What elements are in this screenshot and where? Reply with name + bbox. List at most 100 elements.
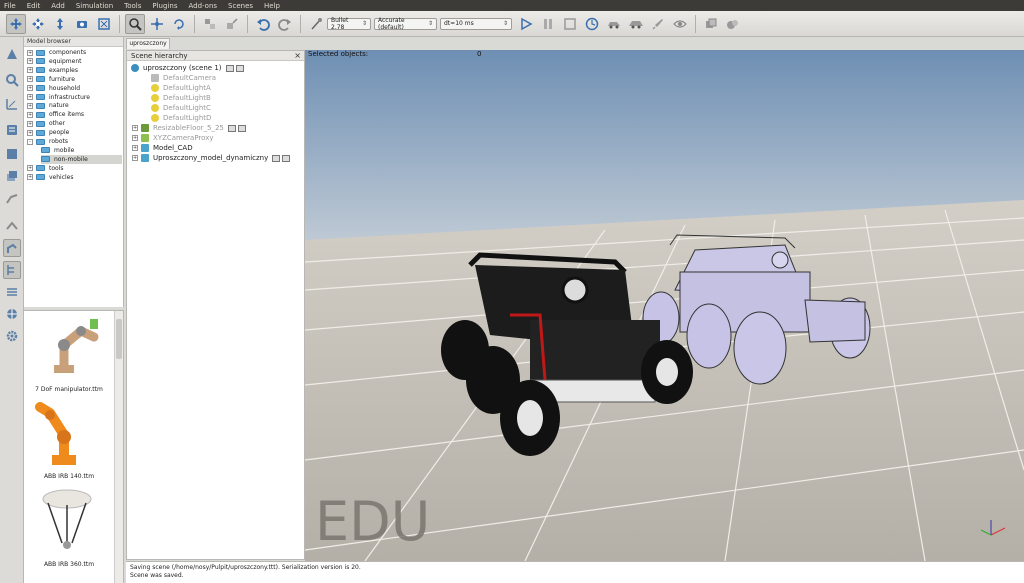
- tab-scene[interactable]: uproszczony: [126, 38, 170, 49]
- abb-irb140-thumbnail-image[interactable]: [34, 399, 100, 471]
- model-folder-item[interactable]: non-mobile: [41, 154, 122, 164]
- camera-rotate-button[interactable]: [28, 14, 48, 34]
- customization-badge-icon[interactable]: [237, 124, 246, 132]
- expand-toggle-icon[interactable]: +: [132, 145, 138, 151]
- realtime-mode-button[interactable]: [582, 14, 602, 34]
- manipulator-thumbnail-image[interactable]: [36, 313, 100, 383]
- model-folder-item[interactable]: mobile: [41, 146, 122, 155]
- expand-toggle-icon[interactable]: +: [132, 135, 138, 141]
- transfer-dna-button[interactable]: [222, 14, 242, 34]
- expand-toggle-icon[interactable]: +: [132, 155, 138, 161]
- expand-toggle-icon[interactable]: -: [27, 138, 33, 145]
- simulation-settings-button[interactable]: [3, 45, 21, 63]
- model-folder-item[interactable]: + other: [27, 119, 122, 128]
- menu-add-ons[interactable]: Add-ons: [188, 2, 217, 10]
- expand-toggle-icon[interactable]: +: [27, 129, 33, 136]
- close-icon[interactable]: ×: [294, 51, 301, 61]
- model-folder-item[interactable]: + vehicles: [27, 173, 122, 182]
- script-badge-icon[interactable]: [272, 154, 281, 162]
- scene-selector-button[interactable]: [723, 14, 743, 34]
- model-folder-item[interactable]: + furniture: [27, 75, 122, 84]
- model-folder-item[interactable]: + household: [27, 84, 122, 93]
- undo-button[interactable]: [253, 14, 273, 34]
- expand-toggle-icon[interactable]: +: [27, 76, 33, 83]
- expand-toggle-icon[interactable]: +: [27, 94, 33, 100]
- speed-up-button[interactable]: [626, 14, 646, 34]
- scene-object-item[interactable]: + Model_CAD: [132, 143, 193, 153]
- scene-object-item[interactable]: DefaultLightD: [151, 113, 211, 123]
- user-settings-button[interactable]: [3, 327, 21, 345]
- scrollbar-knob[interactable]: [116, 319, 122, 359]
- menu-file[interactable]: File: [4, 2, 16, 10]
- pause-simulation-button[interactable]: [538, 14, 558, 34]
- menu-simulation[interactable]: Simulation: [76, 2, 113, 10]
- model-browser-toggle[interactable]: [3, 239, 21, 257]
- abb-irb360-thumbnail-image[interactable]: [34, 485, 100, 557]
- fit-to-view-button[interactable]: [94, 14, 114, 34]
- click-select-button[interactable]: [125, 13, 145, 34]
- scripts-button[interactable]: [3, 121, 21, 139]
- assemble-button[interactable]: [200, 14, 220, 34]
- dynamics-toggle-button[interactable]: [306, 14, 326, 34]
- model-folder-item[interactable]: + examples: [27, 66, 122, 75]
- camera-pan-button[interactable]: [6, 13, 26, 34]
- customization-badge-icon[interactable]: [235, 64, 244, 72]
- camera-opening-angle-button[interactable]: [72, 14, 92, 34]
- object-rotate-button[interactable]: [169, 14, 189, 34]
- expand-toggle-icon[interactable]: +: [27, 102, 33, 109]
- model-folder-item[interactable]: + components: [27, 48, 122, 57]
- model-folder-item[interactable]: + nature: [27, 101, 122, 110]
- thumbnails-scrollbar[interactable]: [114, 311, 123, 583]
- menu-tools[interactable]: Tools: [124, 2, 141, 10]
- slow-down-button[interactable]: [604, 14, 624, 34]
- script-badge-icon[interactable]: [225, 64, 234, 72]
- joint-button[interactable]: [3, 189, 21, 207]
- 3d-viewport[interactable]: EDU: [305, 50, 1024, 561]
- menu-edit[interactable]: Edit: [27, 2, 41, 10]
- model-folder-item[interactable]: + people: [27, 128, 122, 137]
- model-folder-item[interactable]: + office items: [27, 110, 122, 119]
- expand-toggle-icon[interactable]: +: [27, 120, 33, 127]
- scene-object-item[interactable]: DefaultLightA: [151, 83, 211, 93]
- environment-button[interactable]: [3, 305, 21, 323]
- object-shift-button[interactable]: [147, 14, 167, 34]
- timestep-select[interactable]: dt=10 ms ⇕: [440, 17, 512, 30]
- scene-object-item[interactable]: uproszczony (scene 1): [131, 63, 244, 73]
- thread-rendering-button[interactable]: [648, 14, 668, 34]
- scene-object-item[interactable]: + XYZCameraProxy: [132, 133, 214, 143]
- page-selector-button[interactable]: [701, 14, 721, 34]
- customization-badge-icon[interactable]: [282, 154, 291, 162]
- scene-object-item[interactable]: + Uproszczony_model_dynamiczny: [132, 153, 291, 163]
- expand-toggle-icon[interactable]: +: [27, 85, 33, 92]
- expand-toggle-icon[interactable]: +: [27, 165, 33, 172]
- model-folder-item[interactable]: + equipment: [27, 57, 122, 66]
- shape-edit-button[interactable]: [3, 145, 21, 163]
- menu-help[interactable]: Help: [264, 2, 280, 10]
- layers-visibility-button[interactable]: [3, 283, 21, 301]
- expand-toggle-icon[interactable]: +: [132, 125, 138, 131]
- accuracy-select[interactable]: Accurate (default) ⇕: [374, 17, 437, 31]
- camera-shift-button[interactable]: [50, 14, 70, 34]
- path-planning-button[interactable]: [3, 95, 21, 113]
- model-folder-item[interactable]: + infrastructure: [27, 93, 122, 102]
- expand-toggle-icon[interactable]: +: [27, 58, 33, 65]
- scene-object-item[interactable]: DefaultLightC: [151, 103, 211, 113]
- redo-button[interactable]: [275, 14, 295, 34]
- calculation-button[interactable]: [3, 217, 21, 235]
- stop-simulation-button[interactable]: [560, 14, 580, 34]
- expand-toggle-icon[interactable]: +: [27, 67, 33, 74]
- scene-object-item[interactable]: DefaultLightB: [151, 93, 211, 103]
- search-button[interactable]: [3, 71, 21, 89]
- expand-toggle-icon[interactable]: +: [27, 111, 33, 118]
- layers-button[interactable]: [3, 167, 21, 185]
- physics-engine-select[interactable]: Bullet 2.78 ⇕: [327, 17, 371, 31]
- model-folder-item[interactable]: - robots: [27, 137, 122, 146]
- menu-add[interactable]: Add: [51, 2, 65, 10]
- expand-toggle-icon[interactable]: +: [27, 49, 33, 56]
- menu-scenes[interactable]: Scenes: [228, 2, 253, 10]
- menu-plugins[interactable]: Plugins: [152, 2, 177, 10]
- expand-toggle-icon[interactable]: +: [27, 174, 33, 181]
- start-simulation-button[interactable]: [516, 14, 536, 34]
- scene-object-item[interactable]: + ResizableFloor_5_25: [132, 123, 246, 133]
- scene-hierarchy-toggle[interactable]: [3, 261, 21, 279]
